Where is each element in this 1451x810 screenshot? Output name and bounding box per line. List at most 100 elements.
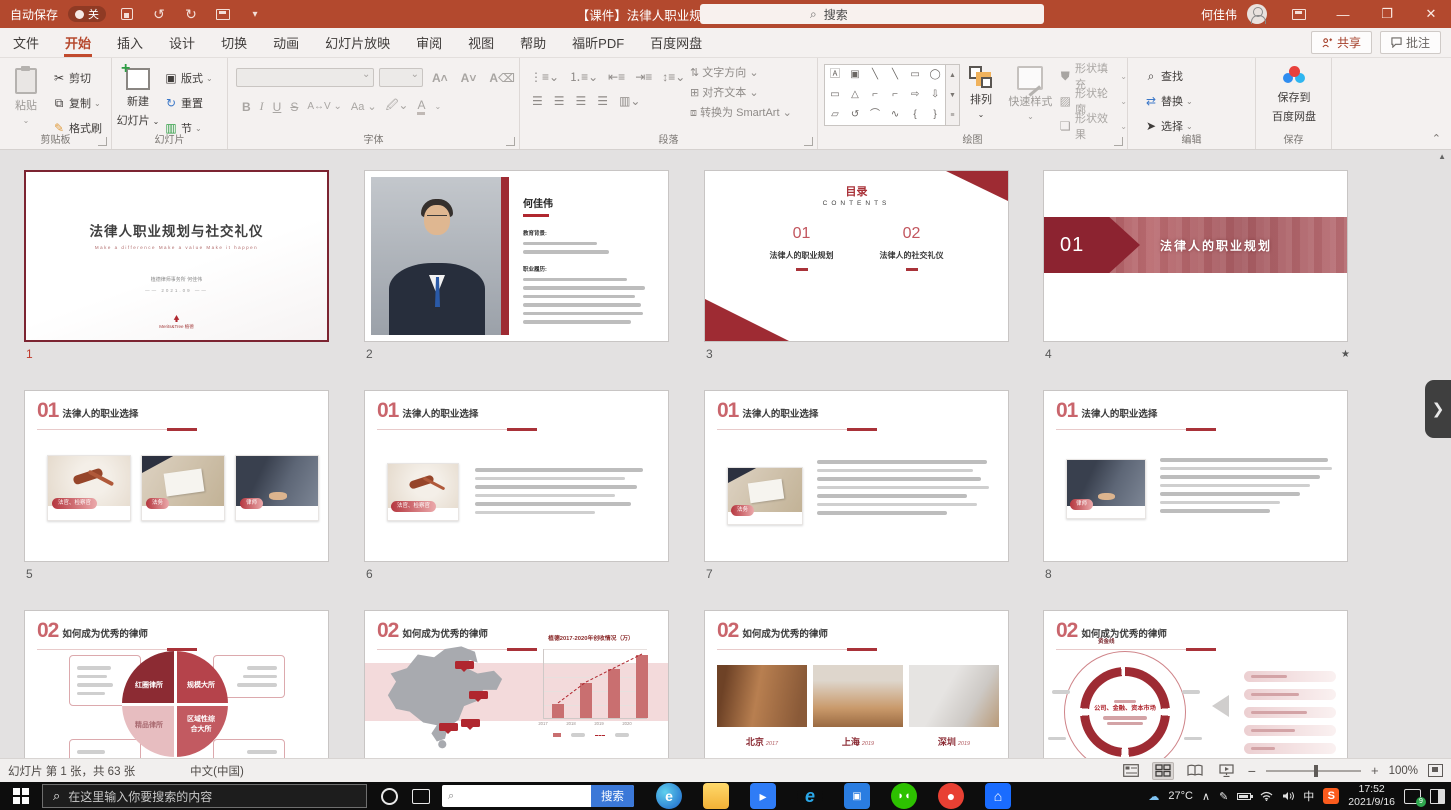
change-case-button[interactable]: Aa ⌄	[351, 100, 377, 113]
character-spacing-button[interactable]: A↔V ⌄	[307, 101, 342, 112]
save-button[interactable]	[116, 4, 138, 24]
language-indicator[interactable]: 中文(中国)	[190, 763, 244, 779]
start-button[interactable]	[0, 782, 42, 810]
web-search-button[interactable]: 搜索	[591, 785, 634, 807]
wifi-icon[interactable]	[1260, 791, 1273, 801]
slide-counter[interactable]: 幻灯片 第 1 张，共 63 张	[8, 763, 135, 779]
reset-button[interactable]: ↻重置	[164, 93, 213, 113]
tab-insert[interactable]: 插入	[104, 28, 156, 58]
wechat-icon[interactable]: ◗◖	[891, 783, 917, 809]
underline-button[interactable]: U	[273, 100, 282, 114]
temperature[interactable]: 27°C	[1168, 790, 1193, 802]
slide-thumbnail-8[interactable]: 01法律人的职业选择 律师	[1043, 390, 1348, 562]
slide-sorter-view-button[interactable]	[1152, 762, 1174, 780]
weather-icon[interactable]: ☁	[1148, 790, 1159, 803]
font-dialog-launcher[interactable]	[506, 137, 515, 146]
shapes-gallery[interactable]: 🄰▣╲╲▭◯ ▭△⌐⌐⇨⇩ ▱↺⌒∿{}	[824, 64, 946, 126]
clock[interactable]: 17:52 2021/9/16	[1348, 783, 1395, 808]
font-name-combo[interactable]	[236, 68, 374, 87]
cut-button[interactable]: ✂剪切	[52, 68, 102, 88]
text-direction-button[interactable]: ⇅ 文字方向 ⌄	[690, 64, 792, 80]
slide-thumbnail-9[interactable]: 02如何成为优秀的律师 红圈律所 规模大所 精品律所 区域性综合大所	[24, 610, 329, 758]
tab-review[interactable]: 审阅	[403, 28, 455, 58]
increase-font-button[interactable]: A˄	[428, 71, 452, 85]
font-size-combo[interactable]	[379, 68, 423, 87]
comments-button[interactable]: 批注	[1380, 31, 1441, 54]
copy-button[interactable]: ⧉复制⌄	[52, 93, 102, 113]
share-button[interactable]: 共享	[1311, 31, 1372, 54]
clear-formatting-button[interactable]: A⌫	[485, 71, 519, 85]
hidden-icons-arrow[interactable]: ∧	[1202, 790, 1210, 803]
autosave-toggle[interactable]: 关	[68, 6, 106, 22]
fit-slide-to-window-button[interactable]	[1428, 764, 1443, 777]
tab-file[interactable]: 文件	[0, 28, 52, 58]
font-color-button[interactable]: A	[417, 98, 425, 115]
taskbar-search-box[interactable]: ⌕ 在这里输入你要搜索的内容	[42, 784, 367, 808]
slide-thumbnail-10[interactable]: 02如何成为优秀的律师 植德2017-2020年创收情况（万）	[364, 610, 669, 758]
slideshow-view-button[interactable]	[1216, 762, 1238, 780]
hotspot-app-icon[interactable]: ●	[938, 783, 964, 809]
bullets-button[interactable]: ⋮≡⌄	[530, 70, 559, 84]
avatar[interactable]	[1247, 4, 1267, 24]
zoom-slider-handle[interactable]	[1314, 765, 1318, 777]
sogou-icon[interactable]: S	[1323, 788, 1339, 804]
quick-styles-button[interactable]: 快速样式⌄	[1002, 58, 1058, 136]
align-center-button[interactable]: ☰	[554, 94, 565, 108]
columns-button[interactable]: ▥⌄	[619, 94, 640, 108]
feishu-icon[interactable]: ▸	[750, 783, 776, 809]
minimize-button[interactable]: —	[1323, 0, 1363, 28]
paragraph-dialog-launcher[interactable]	[804, 137, 813, 146]
lanhu-icon[interactable]: ⌂	[985, 783, 1011, 809]
slide-thumbnail-3[interactable]: 目录 CONTENTS 01 法律人的职业规划 02 法律人的社交礼仪	[704, 170, 1009, 342]
drawing-dialog-launcher[interactable]	[1114, 137, 1123, 146]
search-box[interactable]: ⌕ 搜索	[700, 4, 1044, 24]
justify-button[interactable]: ☰	[597, 94, 608, 108]
save-to-baidu-button[interactable]: 保存到 百度网盘	[1256, 58, 1332, 124]
tab-home[interactable]: 开始	[52, 28, 104, 58]
slide-thumbnail-7[interactable]: 01法律人的职业选择 法务	[704, 390, 1009, 562]
align-text-button[interactable]: ⊞ 对齐文本 ⌄	[690, 84, 792, 100]
shapes-gallery-scroll[interactable]: ▲▼≡	[946, 64, 960, 126]
tab-baidu-netdisk[interactable]: 百度网盘	[637, 28, 715, 58]
scroll-up-arrow[interactable]: ▲	[1438, 152, 1446, 161]
shape-fill-button[interactable]: ⛊形状填充⌄	[1059, 66, 1127, 86]
decrease-indent-button[interactable]: ⇤≡	[608, 70, 625, 84]
tab-help[interactable]: 帮助	[507, 28, 559, 58]
maximize-button[interactable]: ❐	[1367, 0, 1407, 28]
slide-thumbnail-2[interactable]: 何佳伟 教育背景: 职业履历:	[364, 170, 669, 342]
ime-indicator[interactable]: 中	[1303, 788, 1314, 804]
numbering-button[interactable]: ⒈≡⌄	[569, 68, 598, 85]
layout-button[interactable]: ▣版式⌄	[164, 68, 213, 88]
redo-button[interactable]: ↻	[180, 4, 202, 24]
slide-thumbnail-4[interactable]: 01 法律人的职业规划	[1043, 170, 1348, 342]
update-tray-icon[interactable]: 9	[1404, 789, 1421, 804]
replace-button[interactable]: ⇄替换⌄	[1144, 91, 1255, 111]
line-spacing-button[interactable]: ↕≡⌄	[662, 70, 685, 84]
task-view-button[interactable]	[412, 789, 430, 804]
undo-button[interactable]: ↺	[148, 4, 170, 24]
align-right-button[interactable]: ☰	[576, 94, 587, 108]
edge-icon[interactable]: e	[656, 783, 682, 809]
close-button[interactable]: ✕	[1411, 0, 1451, 28]
battery-icon[interactable]	[1237, 793, 1251, 800]
tab-view[interactable]: 视图	[455, 28, 507, 58]
clipboard-dialog-launcher[interactable]	[98, 137, 107, 146]
zoom-slider[interactable]	[1266, 770, 1361, 772]
tab-foxit-pdf[interactable]: 福昕PDF	[559, 28, 637, 58]
bold-button[interactable]: B	[242, 100, 251, 114]
remote-meeting-app-icon[interactable]: ▣	[844, 783, 870, 809]
zoom-level[interactable]: 100%	[1389, 765, 1418, 777]
decrease-font-button[interactable]: A˅	[457, 71, 481, 85]
web-search-widget[interactable]: ⌕ 搜索	[442, 785, 634, 807]
highlight-color-button[interactable]: 🖉⌄	[386, 96, 409, 117]
tab-slideshow[interactable]: 幻灯片放映	[312, 28, 403, 58]
slide-thumbnail-6[interactable]: 01法律人的职业选择 法官、检察官	[364, 390, 669, 562]
slide-thumbnail-11[interactable]: 02如何成为优秀的律师 北京2017 上海2019 深圳2019	[704, 610, 1009, 758]
cortana-button[interactable]	[381, 788, 398, 805]
shape-outline-button[interactable]: ▨形状轮廓⌄	[1059, 91, 1127, 111]
align-left-button[interactable]: ☰	[532, 94, 543, 108]
zoom-out-button[interactable]: −	[1248, 763, 1256, 779]
new-slide-button[interactable]: 新建 幻灯片 ⌄	[112, 60, 164, 138]
paste-button[interactable]: 粘贴⌄	[0, 60, 52, 138]
pen-icon[interactable]: ✎	[1219, 790, 1228, 803]
